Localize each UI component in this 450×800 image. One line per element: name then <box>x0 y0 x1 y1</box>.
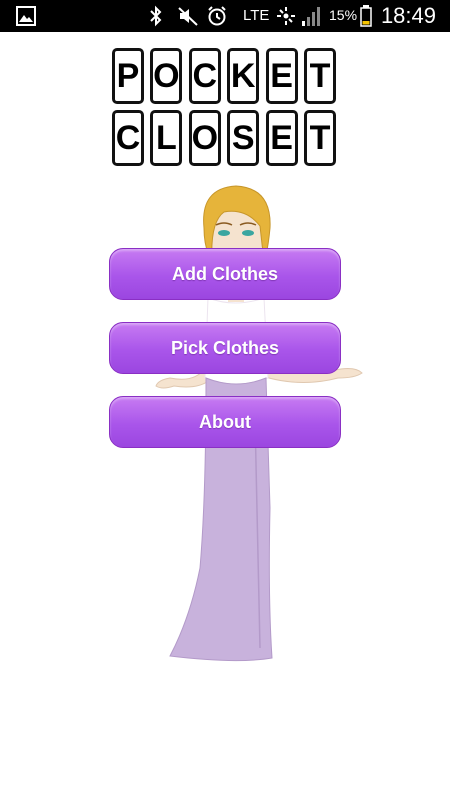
logo-tile: K <box>227 48 260 104</box>
logo-tile: O <box>150 48 183 104</box>
logo-tile: E <box>265 110 298 166</box>
logo-tile: C <box>188 48 221 104</box>
logo-row-1: P O C K E T <box>112 48 336 106</box>
logo-tile: T <box>303 110 336 166</box>
logo-tile: T <box>303 48 336 104</box>
logo-tile: O <box>188 110 221 166</box>
gallery-icon <box>16 6 36 26</box>
pocket-closet-logo: P O C K E T C L O S E T <box>112 48 336 168</box>
data-activity-icon <box>277 7 295 25</box>
logo-tile: C <box>112 110 144 166</box>
alarm-icon <box>208 6 226 26</box>
logo-tile: L <box>150 110 183 166</box>
add-clothes-button[interactable]: Add Clothes <box>109 248 341 300</box>
lte-label: LTE <box>243 7 270 24</box>
logo-row-2: C L O S E T <box>112 110 336 168</box>
mute-icon <box>178 7 198 26</box>
about-button[interactable]: About <box>109 396 341 448</box>
logo-tile: P <box>112 48 144 104</box>
status-bar: LTE 15% 18:49 <box>0 0 450 32</box>
logo-tile: S <box>227 110 260 166</box>
pick-clothes-button[interactable]: Pick Clothes <box>109 322 341 374</box>
clock: 18:49 <box>380 3 436 28</box>
battery-icon <box>360 5 372 27</box>
battery-percent: 15% <box>329 7 358 23</box>
signal-icon <box>302 7 320 26</box>
bluetooth-icon <box>150 5 162 27</box>
main-screen: LTE 15% 18:49 P O C K E T C L O S E T Ad… <box>0 0 450 800</box>
logo-tile: E <box>265 48 298 104</box>
